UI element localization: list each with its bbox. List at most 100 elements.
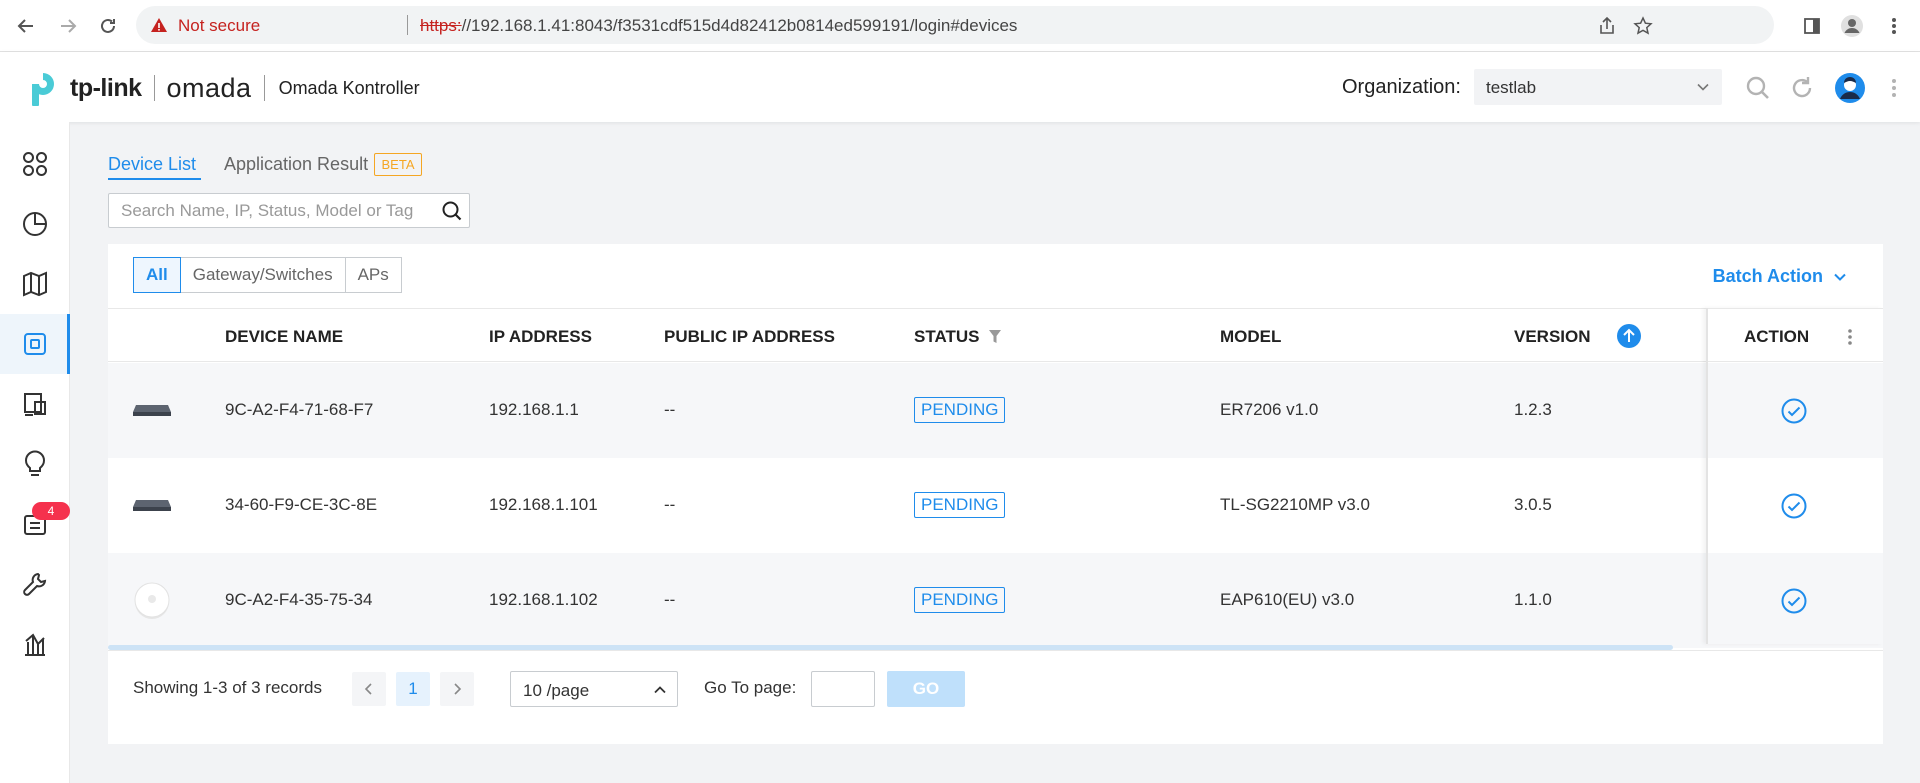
back-button[interactable] [12, 12, 40, 40]
more-menu-button[interactable] [1878, 72, 1910, 104]
table-row[interactable]: 34-60-F9-CE-3C-8E 192.168.1.101 -- PENDI… [108, 458, 1883, 553]
filter-gateway-switches[interactable]: Gateway/Switches [179, 257, 346, 293]
page-size-value: 10 /page [523, 681, 590, 700]
adopt-check-icon[interactable] [1781, 588, 1807, 614]
col-ip-address[interactable]: IP ADDRESS [489, 327, 592, 347]
sidebar-item-logs[interactable]: 4 [0, 494, 70, 554]
model: ER7206 v1.0 [1220, 400, 1319, 419]
batch-action-button[interactable]: Batch Action [1713, 266, 1847, 287]
lightbulb-icon [24, 450, 46, 476]
brand-logo[interactable]: tp-link omada Omada Kontroller [22, 66, 420, 110]
batch-action-label: Batch Action [1712, 266, 1823, 286]
reload-button[interactable] [94, 12, 122, 40]
url-path: //192.168.1.41:8043/f3531cdf515d4d82412b… [461, 16, 1018, 35]
share-icon[interactable] [1596, 15, 1618, 37]
goto-page-input[interactable] [811, 671, 875, 707]
device-name[interactable]: 34-60-F9-CE-3C-8E [225, 495, 377, 515]
adopt-check-icon[interactable] [1781, 493, 1807, 519]
logo-divider-2 [263, 75, 265, 101]
sidebar-item-insights[interactable] [0, 434, 70, 494]
col-public-ip[interactable]: PUBLIC IP ADDRESS [664, 327, 835, 347]
user-avatar[interactable] [1834, 72, 1866, 104]
sidebar-item-tools[interactable] [0, 554, 70, 614]
sidebar: 4 [0, 122, 70, 783]
user-avatar-icon [1835, 73, 1865, 103]
pie-chart-icon [23, 212, 47, 236]
col-status[interactable]: STATUS [914, 327, 979, 347]
sidebar-item-reports[interactable] [0, 614, 70, 674]
arrow-right-icon [61, 19, 77, 33]
records-summary: Showing 1-3 of 3 records [133, 678, 322, 697]
ip-address: 192.168.1.1 [489, 400, 579, 419]
table-row[interactable]: 9C-A2-F4-71-68-F7 192.168.1.1 -- PENDING… [108, 363, 1883, 458]
column-settings-icon[interactable] [1847, 327, 1853, 347]
sidebar-item-statistics[interactable] [0, 194, 70, 254]
search-icon[interactable] [441, 200, 463, 227]
url-text[interactable]: https://192.168.1.41:8043/f3531cdf515d4d… [420, 16, 1017, 36]
adopt-check-icon[interactable] [1781, 398, 1807, 424]
refresh-icon [1792, 77, 1812, 98]
access-point-icon [134, 582, 170, 619]
filter-aps[interactable]: APs [344, 257, 402, 293]
prev-page-button[interactable] [352, 672, 386, 706]
browser-menu-icon[interactable] [1880, 12, 1908, 40]
device-name[interactable]: 9C-A2-F4-35-75-34 [225, 590, 372, 610]
public-ip: -- [664, 590, 676, 609]
beta-badge: BETA [374, 153, 422, 176]
col-model[interactable]: MODEL [1220, 327, 1281, 347]
table-row[interactable]: 9C-A2-F4-35-75-34 192.168.1.102 -- PENDI… [108, 553, 1883, 648]
devices-icon [24, 333, 46, 355]
chevron-down-icon [1834, 273, 1846, 281]
sort-ascending-icon[interactable] [1617, 324, 1641, 348]
chevron-right-icon [454, 683, 462, 695]
version: 1.2.3 [1514, 400, 1552, 419]
page-number-current[interactable]: 1 [396, 672, 430, 706]
sidebar-item-map[interactable] [0, 254, 70, 314]
dashboard-icon [23, 152, 47, 176]
go-button[interactable]: GO [887, 671, 965, 707]
sidebar-item-devices[interactable] [0, 314, 70, 374]
status-badge: PENDING [914, 587, 1006, 613]
brand-name: tp-link [70, 73, 142, 102]
col-version[interactable]: VERSION [1514, 327, 1591, 347]
filter-icon[interactable] [988, 329, 1002, 345]
logo-divider [153, 75, 155, 101]
public-ip: -- [664, 400, 676, 419]
bookmark-star-icon[interactable] [1632, 15, 1654, 37]
search-icon [1746, 76, 1769, 99]
reports-icon [25, 633, 45, 656]
device-name[interactable]: 9C-A2-F4-71-68-F7 [225, 400, 373, 420]
filter-all[interactable]: All [133, 257, 181, 293]
app-header: tp-link omada Omada Kontroller Organizat… [0, 52, 1920, 122]
device-type-filter: All Gateway/Switches APs [133, 257, 402, 293]
version: 3.0.5 [1514, 495, 1552, 514]
public-ip: -- [664, 495, 676, 514]
sidebar-item-clients[interactable] [0, 374, 70, 434]
side-panel-icon[interactable] [1798, 12, 1826, 40]
page-size-select[interactable]: 10 /page [510, 671, 678, 707]
search-button[interactable] [1742, 72, 1774, 104]
model: TL-SG2210MP v3.0 [1220, 495, 1370, 514]
forward-button[interactable] [54, 12, 82, 40]
table-divider [108, 650, 1883, 651]
next-page-button[interactable] [440, 672, 474, 706]
sidebar-item-dashboard[interactable] [0, 134, 70, 194]
security-label[interactable]: Not secure [178, 16, 260, 36]
table-header: DEVICE NAME IP ADDRESS PUBLIC IP ADDRESS… [108, 308, 1883, 362]
tab-application-result[interactable]: Application Result [224, 154, 368, 175]
switch-device-icon [133, 500, 171, 511]
profile-icon[interactable] [1838, 12, 1866, 40]
organization-value: testlab [1486, 78, 1537, 97]
status-badge: PENDING [914, 492, 1006, 518]
refresh-button[interactable] [1786, 72, 1818, 104]
address-bar[interactable]: Not secure https://192.168.1.41:8043/f35… [136, 6, 1774, 44]
organization-select[interactable]: testlab [1474, 69, 1722, 105]
chevron-up-icon [654, 686, 666, 694]
col-device-name[interactable]: DEVICE NAME [225, 327, 343, 347]
search-input[interactable] [121, 200, 421, 222]
ip-address: 192.168.1.102 [489, 590, 598, 609]
tab-device-list[interactable]: Device List [108, 154, 196, 175]
gateway-device-icon [133, 405, 171, 416]
clients-icon [24, 393, 46, 416]
reload-icon [101, 18, 115, 33]
